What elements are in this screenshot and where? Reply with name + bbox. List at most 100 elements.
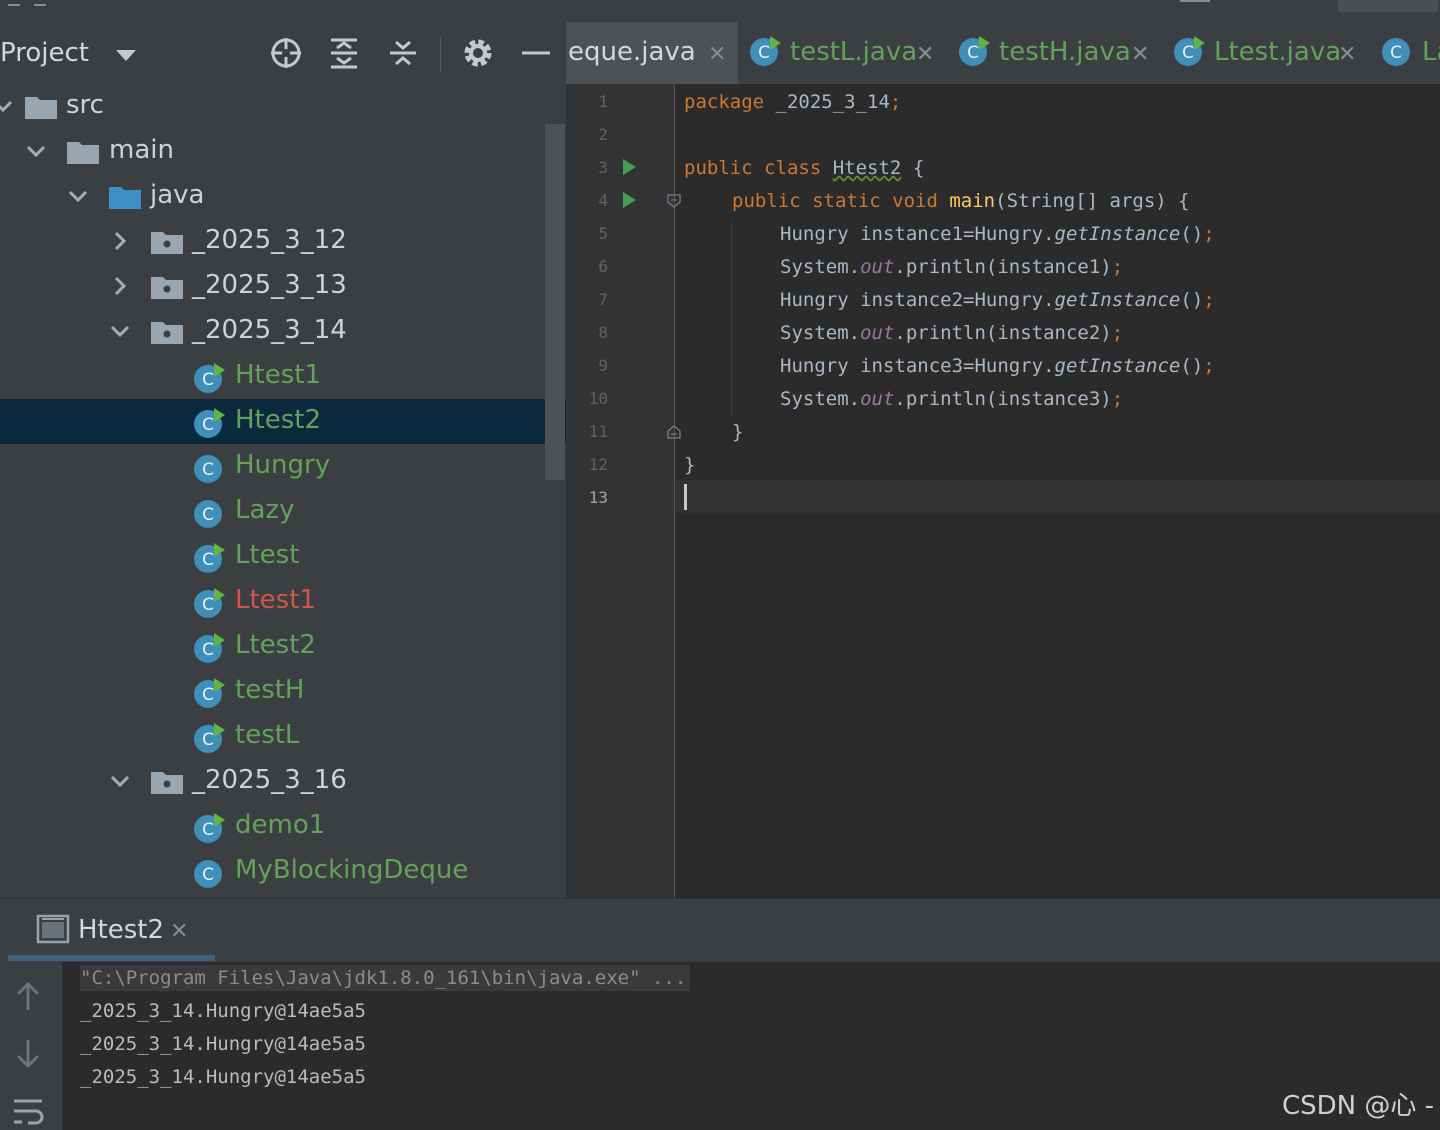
- tree-row-class[interactable]: C Ltest: [0, 534, 566, 579]
- code-token: getInstance: [1054, 289, 1181, 311]
- line-number: 1: [598, 92, 608, 111]
- tree-label: demo1: [235, 810, 326, 840]
- tab-testl[interactable]: C testL.java ✕: [748, 22, 944, 84]
- console-line: "C:\Program Files\Java\jdk1.8.0_161\bin\…: [80, 965, 691, 991]
- tab-testh[interactable]: C testH.java ✕: [957, 22, 1159, 84]
- tree-label: java: [150, 180, 205, 210]
- tab-myblockingdeque[interactable]: eque.java ✕: [566, 22, 738, 84]
- line-number: 12: [588, 455, 608, 474]
- toolbar-divider: [440, 36, 441, 72]
- tree-row-src[interactable]: src: [0, 84, 566, 129]
- run-main-icon[interactable]: [623, 192, 636, 208]
- tab-label: testL.java: [790, 37, 918, 67]
- chevron-down-icon[interactable]: [107, 768, 133, 794]
- tree-row-package[interactable]: _2025_3_16: [0, 759, 566, 804]
- close-icon[interactable]: ✕: [916, 42, 934, 67]
- tree-label: main: [109, 135, 174, 165]
- line-number: 6: [598, 257, 608, 276]
- chevron-down-icon[interactable]: [23, 138, 49, 164]
- collapse-all-icon[interactable]: [386, 36, 420, 70]
- folder-icon: [25, 97, 57, 119]
- fold-marker-icon[interactable]: [667, 194, 681, 208]
- code-token: Htest2: [832, 157, 902, 179]
- run-panel: Htest2 ✕ "C:\Program Files\Java\jdk1.8.0…: [0, 898, 1440, 1130]
- line-number: 5: [598, 224, 608, 243]
- tree-row-java[interactable]: java: [0, 174, 566, 219]
- tree-row-class[interactable]: C Lazy: [0, 489, 566, 534]
- code-line: Hungry instance1=Hungry.getInstance();: [780, 223, 1215, 245]
- close-icon[interactable]: ✕: [1338, 42, 1356, 67]
- hide-panel-icon[interactable]: [519, 36, 553, 70]
- code-token: ;: [1111, 388, 1124, 410]
- run-class-icon[interactable]: [623, 159, 636, 175]
- chevron-right-icon[interactable]: [107, 228, 133, 254]
- tree-row-class[interactable]: C demo1: [0, 804, 566, 849]
- source-folder-icon: [109, 187, 141, 209]
- java-class-icon: C: [1382, 38, 1410, 66]
- title-bar: [0, 0, 1440, 23]
- project-scrollbar[interactable]: [545, 124, 565, 480]
- tree-row-class-error[interactable]: C Ltest1: [0, 579, 566, 624]
- code-token: .println(instance3): [894, 388, 1112, 410]
- code-token: ;: [889, 91, 902, 113]
- chevron-right-icon[interactable]: [107, 273, 133, 299]
- tab-label: eque.java: [568, 37, 696, 67]
- code-token: Hungry instance1=Hungry.: [780, 223, 1055, 245]
- line-number: 2: [598, 125, 608, 144]
- arrow-up-icon[interactable]: [14, 980, 42, 1012]
- project-title[interactable]: Project: [0, 38, 89, 68]
- tree-row-class[interactable]: C testH: [0, 669, 566, 714]
- chevron-down-icon[interactable]: [107, 318, 133, 344]
- console-output[interactable]: "C:\Program Files\Java\jdk1.8.0_161\bin\…: [62, 962, 1440, 1130]
- editor-tabs: eque.java ✕ C testL.java ✕ C testH.java …: [566, 22, 1440, 85]
- svg-text:C: C: [202, 595, 214, 615]
- chevron-down-icon[interactable]: [65, 183, 91, 209]
- java-class-runnable-icon: C: [194, 408, 225, 438]
- java-class-runnable-icon: C: [194, 633, 225, 663]
- tree-row-class[interactable]: C Hungry: [0, 444, 566, 489]
- project-dropdown-chevron-icon[interactable]: [116, 50, 136, 61]
- tree-row-class[interactable]: C MyBlockingDeque: [0, 849, 566, 894]
- tree-row-class[interactable]: C Ltest2: [0, 624, 566, 669]
- gear-icon[interactable]: [461, 36, 495, 70]
- tree-row-package[interactable]: _2025_3_12: [0, 219, 566, 264]
- tree-row-package[interactable]: _2025_3_14: [0, 309, 566, 354]
- close-icon[interactable]: ✕: [170, 919, 188, 944]
- fold-marker-icon[interactable]: [667, 425, 681, 439]
- tree-row-class[interactable]: C testL: [0, 714, 566, 759]
- locate-target-icon[interactable]: [269, 36, 303, 70]
- expand-all-icon[interactable]: [327, 36, 361, 70]
- arrow-down-icon[interactable]: [14, 1038, 42, 1070]
- tree-row-main[interactable]: main: [0, 129, 566, 174]
- tab-ltest[interactable]: C Ltest.java ✕: [1172, 22, 1372, 84]
- close-icon[interactable]: ✕: [1131, 42, 1149, 67]
- close-icon[interactable]: ✕: [708, 42, 726, 67]
- tab-lazy[interactable]: C La: [1380, 22, 1440, 84]
- line-number: 4: [598, 191, 608, 210]
- svg-text:C: C: [1390, 43, 1402, 63]
- line-number: 9: [598, 356, 608, 375]
- tree-row-class-selected[interactable]: C Htest2: [0, 399, 566, 444]
- package-icon: [151, 322, 183, 344]
- code-line: Hungry instance3=Hungry.getInstance();: [780, 355, 1215, 377]
- code-token: ;: [1111, 256, 1124, 278]
- run-tab-active-indicator: [8, 955, 215, 961]
- tree-row-class[interactable]: C Htest1: [0, 354, 566, 399]
- soft-wrap-icon[interactable]: [12, 1096, 46, 1130]
- svg-text:C: C: [1182, 43, 1194, 63]
- code-token: out: [860, 388, 895, 410]
- line-number: 7: [598, 290, 608, 309]
- run-tab-label[interactable]: Htest2: [78, 915, 164, 945]
- tree-label: Hungry: [235, 450, 331, 480]
- tree-label: Htest1: [235, 360, 322, 390]
- java-class-runnable-icon: C: [194, 543, 225, 573]
- tree-row-package[interactable]: _2025_3_13: [0, 264, 566, 309]
- code-token: _2025_3_14: [764, 91, 890, 113]
- code-line: public class Htest2 {: [684, 157, 924, 179]
- tab-label: testH.java: [999, 37, 1131, 67]
- console-line: _2025_3_14.Hungry@14ae5a5: [80, 1000, 366, 1022]
- toolbar-fragment: [1180, 0, 1210, 2]
- chevron-down-icon[interactable]: [0, 93, 16, 119]
- code-line: public static void main(String[] args) {: [732, 190, 1190, 212]
- code-line: }: [684, 454, 696, 476]
